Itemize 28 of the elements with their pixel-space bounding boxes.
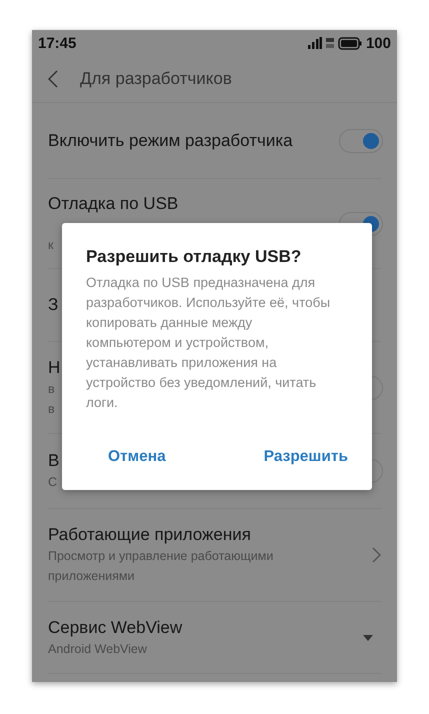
signal-icon (308, 37, 322, 49)
page-title: Для разработчиков (80, 69, 232, 89)
dropdown-arrow-icon (363, 634, 373, 640)
chevron-right-icon (372, 547, 381, 563)
toggle-switch[interactable] (339, 128, 383, 152)
setting-title: Включить режим разработчика (48, 130, 293, 152)
setting-title: Отладка по USB (48, 192, 178, 214)
setting-description: С (48, 474, 58, 491)
setting-title: З (48, 294, 58, 316)
dialog-button[interactable]: Разрешить (264, 444, 348, 470)
setting-description: Android WebView (48, 640, 148, 658)
back-icon[interactable] (48, 70, 58, 88)
setting-title: В (48, 450, 60, 472)
setting-title: Сервис WebView (48, 616, 182, 638)
setting-description: к (48, 236, 54, 254)
battery-level: 100 (366, 34, 391, 52)
setting-title: Работающие приложения (48, 524, 252, 546)
battery-icon (338, 36, 362, 50)
setting-description: в (48, 380, 56, 398)
setting-description: в (48, 400, 56, 418)
network-type-icon (326, 37, 334, 49)
dialog-button[interactable]: Отмена (108, 444, 166, 470)
clock-time: 17:45 (38, 34, 76, 52)
dialog-title: Разрешить отладку USB? (86, 247, 302, 267)
setting-description: Просмотр и управление работающими (48, 548, 274, 565)
dialog-message: Отладка по USB предназначена для разработчиков. Используйте её, чтобы копировать данные между компьютером и устройством, устанавливать приложения на устройство без уведомлений, читать логи. (86, 274, 331, 412)
setting-title: Н (48, 356, 60, 378)
setting-description: приложениями (48, 568, 136, 585)
